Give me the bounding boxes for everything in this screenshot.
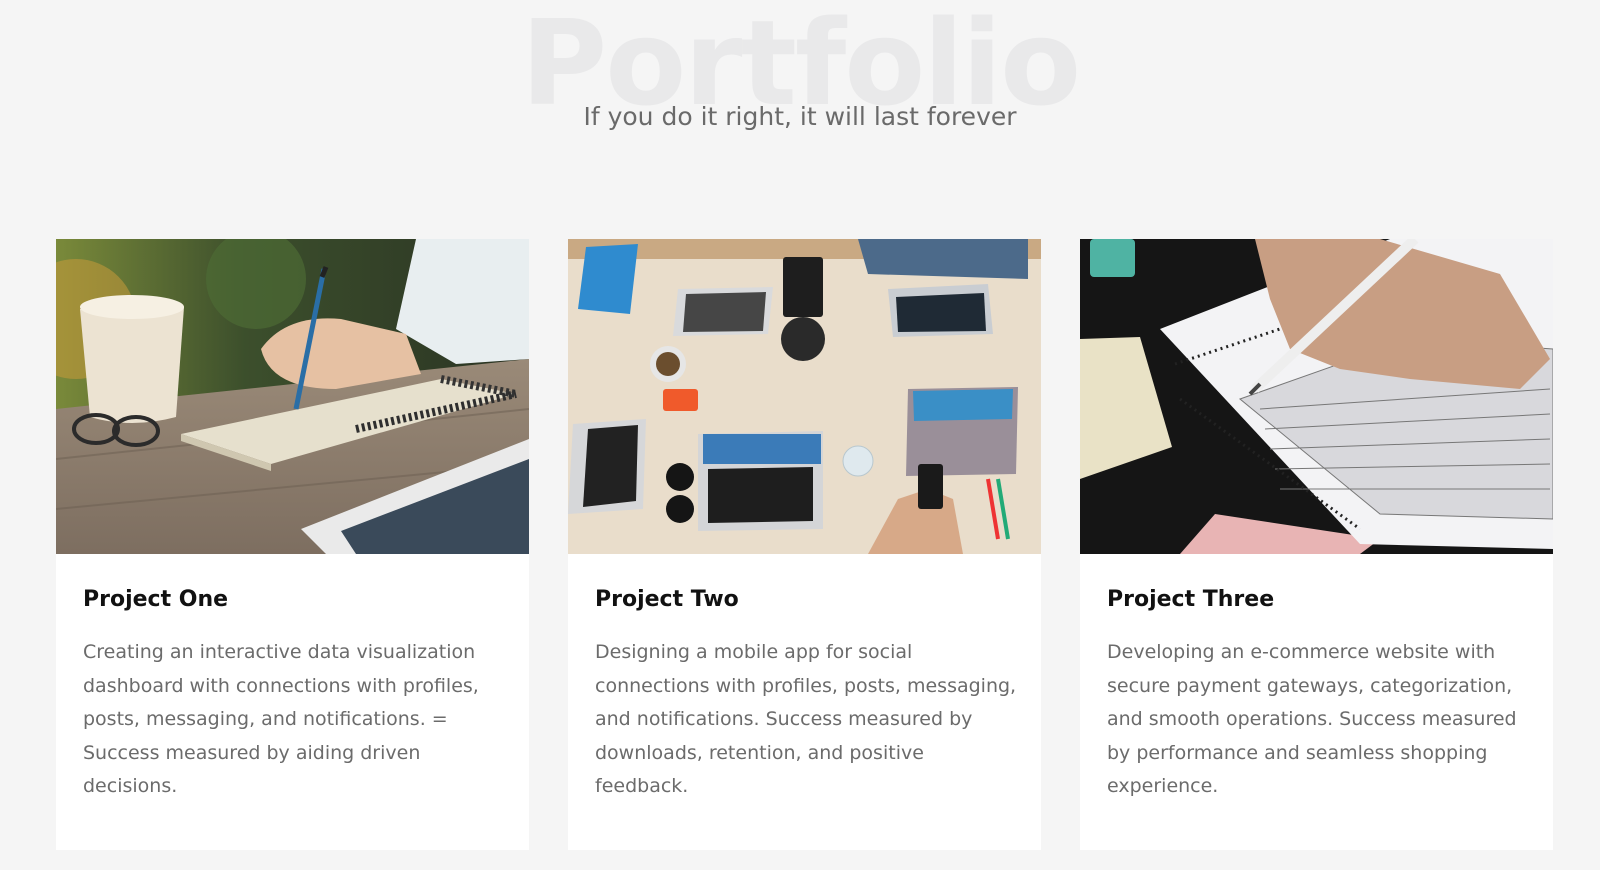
project-two-title[interactable]: Project Two xyxy=(595,587,739,612)
project-two-description: Designing a mobile app for social connec… xyxy=(595,641,1017,797)
team-laptops-desk-photo xyxy=(568,239,1041,554)
portfolio-section: Portfolio If you do it right, it will la… xyxy=(0,0,1600,870)
portfolio-subtitle: If you do it right, it will last forever xyxy=(583,102,1017,131)
project-three-image[interactable] xyxy=(1080,239,1553,554)
project-one-description: Creating an interactive data visualizati… xyxy=(83,641,479,797)
project-three-title[interactable]: Project Three xyxy=(1107,587,1274,612)
notebook-writing-photo xyxy=(56,239,529,554)
project-one-title[interactable]: Project One xyxy=(83,587,228,612)
project-one-image[interactable] xyxy=(56,239,529,554)
answer-sheet-pencil-photo xyxy=(1080,239,1553,554)
project-card-one[interactable]: Project One Creating an interactive data… xyxy=(56,239,529,850)
project-three-description: Developing an e-commerce website with se… xyxy=(1107,641,1517,797)
project-two-image[interactable] xyxy=(568,239,1041,554)
project-card-two[interactable]: Project Two Designing a mobile app for s… xyxy=(568,239,1041,850)
project-card-three[interactable]: Project Three Developing an e-commerce w… xyxy=(1080,239,1553,850)
